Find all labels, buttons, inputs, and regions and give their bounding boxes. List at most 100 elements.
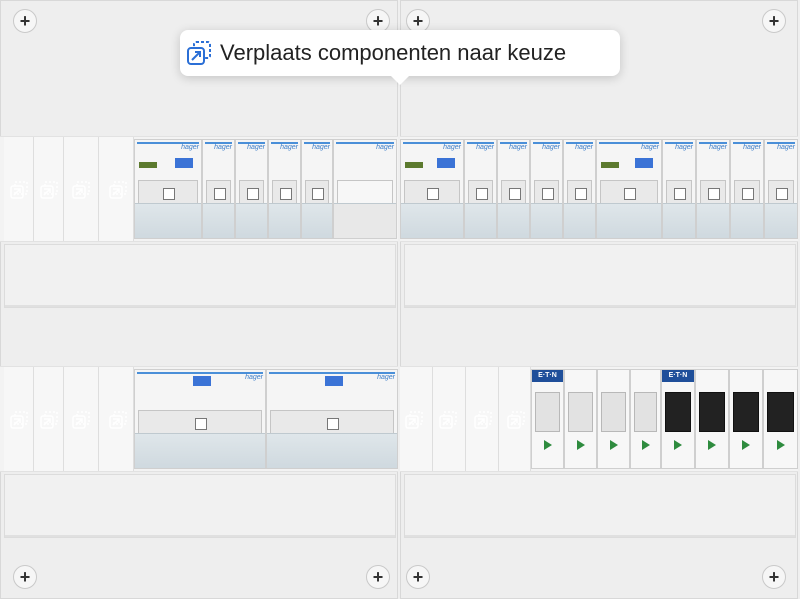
empty-slot[interactable] [4,137,34,241]
breaker-module[interactable]: hager [563,139,596,239]
empty-slot[interactable] [433,367,466,471]
eaton-breaker-module[interactable] [597,369,630,469]
move-slot-icon[interactable] [40,411,58,429]
move-slot-icon[interactable] [72,411,90,429]
breaker-lever[interactable] [475,188,488,200]
brand-label: hager [733,142,761,152]
green-arrow-icon [776,440,785,450]
brand-label: hager [665,142,693,152]
breaker-lever[interactable] [776,188,788,200]
breaker-lever[interactable] [508,188,521,200]
empty-slot[interactable] [466,367,499,471]
brand-label: hager [304,142,330,152]
breaker-module[interactable]: hager [268,139,301,239]
move-components-tooltip: Verplaats componenten naar keuze [180,30,620,85]
din-rail-row-2: E·T·N E·T·N [400,366,798,472]
breaker-module[interactable]: hager [730,139,764,239]
breaker-lever[interactable] [574,188,587,200]
empty-slot[interactable] [499,367,531,471]
cover-strip [4,474,396,538]
cover-strip [404,244,796,308]
plus-screw-icon: + [13,9,37,33]
empty-slot[interactable] [4,367,34,471]
empty-slot[interactable] [400,367,433,471]
breaker-module[interactable]: hager [301,139,333,239]
breaker-module[interactable]: hager [235,139,268,239]
breaker-module[interactable]: hager [696,139,730,239]
rcbo-module[interactable]: hager [596,139,662,239]
move-slot-icon[interactable] [474,411,492,429]
eaton-breaker-module[interactable] [630,369,661,469]
breaker-lever[interactable] [742,188,754,200]
rcd-module[interactable]: hager [266,369,398,469]
move-component-icon [187,41,211,65]
breaker-lever[interactable] [708,188,720,200]
move-slot-icon[interactable] [109,181,127,199]
breaker-module[interactable]: hager [497,139,530,239]
empty-slot[interactable] [99,137,134,241]
brand-label: hager [566,142,593,152]
rcd-module[interactable]: hager [134,369,266,469]
breaker-module[interactable]: hager [662,139,696,239]
brand-label: hager [467,142,494,152]
empty-slot[interactable] [99,367,134,471]
breaker-lever[interactable] [163,188,175,200]
test-button[interactable] [193,376,211,386]
move-slot-icon[interactable] [405,411,423,429]
breaker-lever[interactable] [195,418,207,430]
breaker-module[interactable]: hager [464,139,497,239]
breaker-module[interactable]: hager [202,139,235,239]
move-slot-icon[interactable] [10,181,28,199]
test-button[interactable] [437,158,455,168]
empty-slot[interactable] [34,137,64,241]
eaton-main-switch-module[interactable] [695,369,729,469]
brand-label: hager [500,142,527,152]
move-slot-icon[interactable] [507,411,525,429]
breaker-lever[interactable] [213,188,226,200]
tooltip-pointer [390,75,410,85]
plus-screw-icon: + [13,565,37,589]
right-panel: + + + + hager hager hager hager hager ha… [400,0,798,599]
breaker-lever[interactable] [541,188,554,200]
bell-transformer-module[interactable]: hager [333,139,397,239]
breaker-lever[interactable] [624,188,636,200]
breaker-module[interactable]: hager [530,139,563,239]
din-rail-row-2: hager hager [0,366,398,472]
breaker-lever[interactable] [246,188,259,200]
breaker-lever[interactable] [327,418,339,430]
eaton-main-switch-module[interactable] [729,369,763,469]
brand-label: hager [599,142,659,152]
breaker-lever[interactable] [427,188,439,200]
eaton-main-switch-module[interactable] [763,369,798,469]
empty-slot[interactable] [64,367,99,471]
cover-strip [4,244,396,308]
breaker-module[interactable]: hager [764,139,798,239]
move-slot-icon[interactable] [40,181,58,199]
test-button[interactable] [635,158,653,168]
plus-screw-icon: + [366,565,390,589]
green-arrow-icon [641,440,650,450]
eaton-breaker-module[interactable] [564,369,597,469]
move-slot-icon[interactable] [72,181,90,199]
brand-label: E·T·N [532,370,563,382]
brand-label: hager [336,142,394,152]
breaker-lever[interactable] [279,188,292,200]
test-button[interactable] [325,376,343,386]
move-slot-icon[interactable] [10,411,28,429]
eaton-breaker-module[interactable]: E·T·N [531,369,564,469]
empty-slot[interactable] [34,367,64,471]
brand-label: hager [533,142,560,152]
breaker-lever[interactable] [312,188,324,200]
empty-slot[interactable] [64,137,99,241]
plus-screw-icon: + [762,9,786,33]
move-slot-icon[interactable] [439,411,457,429]
rcbo-module[interactable]: hager [400,139,464,239]
breaker-lever[interactable] [674,188,686,200]
test-button[interactable] [175,158,193,168]
eaton-main-switch-module[interactable]: E·T·N [661,369,695,469]
move-slot-icon[interactable] [109,411,127,429]
brand-label: hager [403,142,461,152]
status-display [139,162,157,168]
rcbo-module[interactable]: hager [134,139,202,239]
din-rail-row-1: hager hager hager hager hager hager [0,136,398,242]
